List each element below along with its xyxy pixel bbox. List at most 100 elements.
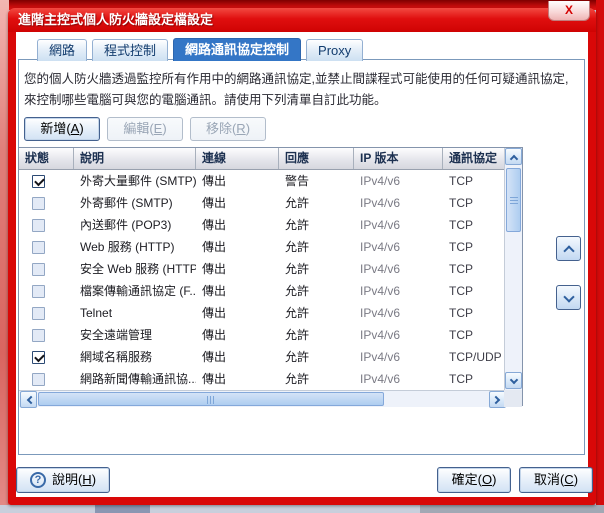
- row-protocol: TCP: [443, 280, 505, 302]
- chevron-down-icon: [563, 291, 574, 302]
- header-ip-version[interactable]: IP 版本: [354, 148, 443, 169]
- row-response: 允許: [279, 192, 354, 214]
- protocol-table: 狀態 說明 連線 回應 IP 版本 通訊協定 外寄大量郵件 (SMTP) 傳出 …: [18, 147, 523, 406]
- chevron-left-icon: [26, 395, 34, 403]
- row-connection: 傳出: [196, 302, 279, 324]
- row-description: 安全 Web 服務 (HTTPS): [74, 258, 196, 280]
- dialog-titlebar[interactable]: 進階主控式個人防火牆設定檔設定: [8, 8, 596, 32]
- row-checkbox[interactable]: [32, 263, 45, 276]
- tab-bar: 網路 程式控制 網路通訊協定控制 Proxy: [37, 38, 363, 61]
- horizontal-scrollbar-thumb[interactable]: [38, 392, 384, 406]
- tab-network-protocol-control[interactable]: 網路通訊協定控制: [173, 38, 301, 61]
- row-description: 網路新聞傳輸通訊協...: [74, 368, 196, 390]
- row-checkbox[interactable]: [32, 219, 45, 232]
- scroll-down-button[interactable]: [505, 372, 522, 389]
- row-checkbox[interactable]: [32, 285, 45, 298]
- row-protocol: TCP: [443, 170, 505, 192]
- row-checkbox[interactable]: [32, 351, 45, 364]
- row-ip-version: IPv4/v6: [354, 368, 443, 390]
- chevron-up-icon: [563, 245, 574, 256]
- row-status-cell: [19, 324, 74, 346]
- horizontal-scrollbar[interactable]: [19, 390, 506, 407]
- scrollbar-grip-icon: [510, 197, 518, 205]
- tab-proxy[interactable]: Proxy: [306, 39, 363, 61]
- chevron-up-icon: [509, 154, 517, 162]
- table-row[interactable]: 安全遠端管理 傳出 允許 IPv4/v6 TCP: [19, 324, 505, 346]
- table-row[interactable]: 安全 Web 服務 (HTTPS) 傳出 允許 IPv4/v6 TCP: [19, 258, 505, 280]
- header-description[interactable]: 說明: [74, 148, 196, 169]
- row-protocol: TCP: [443, 324, 505, 346]
- header-protocol[interactable]: 通訊協定: [443, 148, 505, 169]
- row-protocol: TCP: [443, 236, 505, 258]
- row-ip-version: IPv4/v6: [354, 236, 443, 258]
- table-row[interactable]: 外寄郵件 (SMTP) 傳出 允許 IPv4/v6 TCP: [19, 192, 505, 214]
- background-right-window-edge: [596, 0, 604, 505]
- scrollbar-corner: [504, 390, 522, 407]
- row-connection: 傳出: [196, 280, 279, 302]
- row-response: 允許: [279, 258, 354, 280]
- row-status-cell: [19, 258, 74, 280]
- row-description: 外寄郵件 (SMTP): [74, 192, 196, 214]
- row-checkbox[interactable]: [32, 373, 45, 386]
- table-row[interactable]: 外寄大量郵件 (SMTP) 傳出 警告 IPv4/v6 TCP: [19, 170, 505, 192]
- edit-button-label: 編輯(: [123, 121, 153, 136]
- scroll-left-button[interactable]: [20, 391, 37, 408]
- edit-button-label-suffix: ): [162, 121, 166, 136]
- remove-button[interactable]: 移除(R): [190, 117, 266, 141]
- row-connection: 傳出: [196, 346, 279, 368]
- scroll-up-button[interactable]: [505, 148, 522, 165]
- row-response: 允許: [279, 346, 354, 368]
- tab-network[interactable]: 網路: [37, 39, 87, 61]
- row-response: 允許: [279, 280, 354, 302]
- row-connection: 傳出: [196, 236, 279, 258]
- row-connection: 傳出: [196, 170, 279, 192]
- row-description: 網域名稱服務: [74, 346, 196, 368]
- move-row-down-button[interactable]: [556, 285, 581, 310]
- row-ip-version: IPv4/v6: [354, 192, 443, 214]
- close-icon: X: [565, 3, 573, 17]
- table-row[interactable]: 網域名稱服務 傳出 允許 IPv4/v6 TCP/UDP: [19, 346, 505, 368]
- row-response: 允許: [279, 214, 354, 236]
- table-row[interactable]: Telnet 傳出 允許 IPv4/v6 TCP: [19, 302, 505, 324]
- cancel-button-label: 取消(: [534, 472, 564, 487]
- row-checkbox[interactable]: [32, 307, 45, 320]
- cancel-button[interactable]: 取消(C): [519, 467, 593, 493]
- chevron-down-icon: [509, 375, 517, 383]
- row-protocol: TCP/UDP: [443, 346, 505, 368]
- row-description: 內送郵件 (POP3): [74, 214, 196, 236]
- header-status[interactable]: 狀態: [19, 148, 74, 169]
- row-status-cell: [19, 280, 74, 302]
- row-checkbox[interactable]: [32, 175, 45, 188]
- row-status-cell: [19, 192, 74, 214]
- row-description: 外寄大量郵件 (SMTP): [74, 170, 196, 192]
- row-protocol: TCP: [443, 258, 505, 280]
- chevron-right-icon: [491, 395, 499, 403]
- move-row-up-button[interactable]: [556, 236, 581, 261]
- table-row[interactable]: Web 服務 (HTTP) 傳出 允許 IPv4/v6 TCP: [19, 236, 505, 258]
- row-connection: 傳出: [196, 368, 279, 390]
- row-checkbox[interactable]: [32, 197, 45, 210]
- close-button[interactable]: X: [548, 1, 590, 21]
- table-row[interactable]: 檔案傳輸通訊協定 (F... 傳出 允許 IPv4/v6 TCP: [19, 280, 505, 302]
- row-status-cell: [19, 214, 74, 236]
- vertical-scrollbar[interactable]: [504, 148, 522, 390]
- row-protocol: TCP: [443, 192, 505, 214]
- help-button[interactable]: ? 說明(H): [16, 467, 110, 493]
- table-header-row: 狀態 說明 連線 回應 IP 版本 通訊協定: [19, 148, 505, 170]
- row-checkbox[interactable]: [32, 329, 45, 342]
- row-checkbox[interactable]: [32, 241, 45, 254]
- vertical-scrollbar-thumb[interactable]: [506, 168, 521, 232]
- ok-button[interactable]: 確定(O): [437, 467, 511, 493]
- header-response[interactable]: 回應: [279, 148, 354, 169]
- tab-program-control[interactable]: 程式控制: [92, 39, 168, 61]
- edit-button[interactable]: 編輯(E): [107, 117, 183, 141]
- row-response: 允許: [279, 236, 354, 258]
- add-button-label: 新增(: [40, 121, 70, 136]
- row-status-cell: [19, 368, 74, 390]
- table-row[interactable]: 內送郵件 (POP3) 傳出 允許 IPv4/v6 TCP: [19, 214, 505, 236]
- table-body: 外寄大量郵件 (SMTP) 傳出 警告 IPv4/v6 TCP 外寄郵件 (SM…: [19, 170, 505, 390]
- table-row[interactable]: 網路新聞傳輸通訊協... 傳出 允許 IPv4/v6 TCP: [19, 368, 505, 390]
- remove-button-label: 移除(: [206, 121, 236, 136]
- header-connection[interactable]: 連線: [196, 148, 279, 169]
- add-button[interactable]: 新增(A): [24, 117, 100, 141]
